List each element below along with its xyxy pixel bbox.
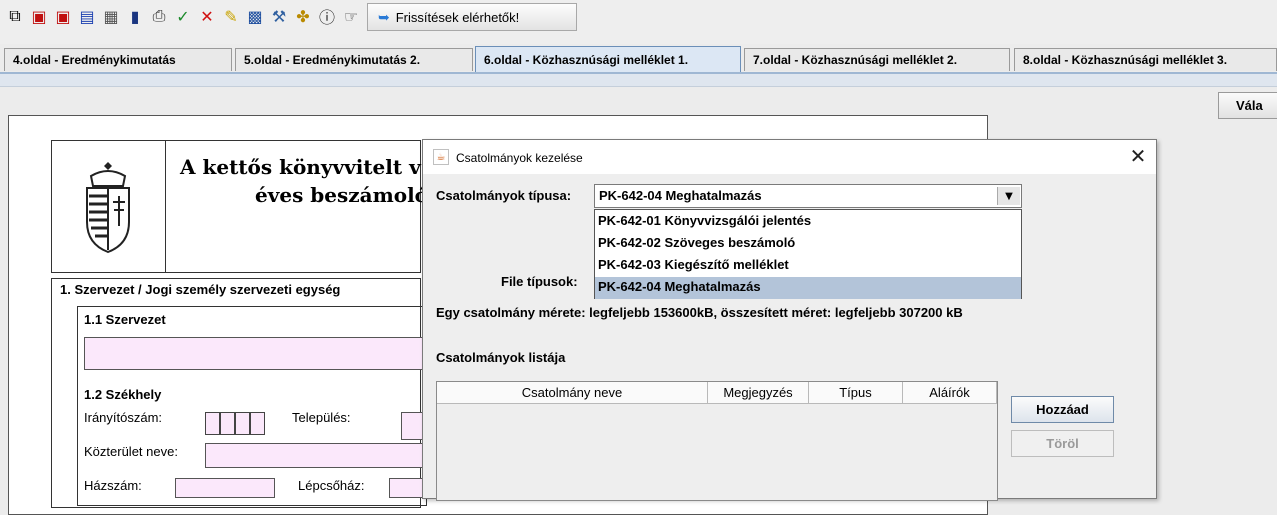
zip-label: Irányítószám: — [84, 410, 163, 425]
subsection-box — [77, 306, 427, 506]
zip-digit[interactable] — [205, 412, 220, 435]
column-header-type[interactable]: Típus — [809, 382, 903, 404]
form-title-line1: A kettős könyvvitelt v — [180, 155, 421, 179]
updates-available-button[interactable]: ➥ Frissítések elérhetők! — [367, 3, 577, 31]
tab-page-5[interactable]: 5.oldal - Eredménykimutatás 2. — [235, 48, 473, 71]
attachment-table: Csatolmány neve Megjegyzés Típus Aláírók — [436, 381, 998, 501]
tab-page-7[interactable]: 7.oldal - Közhasznúsági melléklet 2. — [744, 48, 1010, 71]
attachment-type-dropdown: PK-642-01 Könyvvizsgálói jelentés PK-642… — [594, 209, 1022, 299]
java-icon: ☕ — [433, 149, 449, 165]
toolbar: ⧉ ▣ ▣ ▤ ▦ ▮ ⎙ ✓ ✕ ✎ ▩ ⚒ ✤ ⓘ ☞ ➥ Frissíté… — [0, 0, 1277, 44]
street-field[interactable] — [205, 443, 425, 468]
stairway-field[interactable] — [389, 478, 424, 498]
form-title-line2: éves beszámoló — [255, 183, 429, 207]
cancel-icon[interactable]: ✕ — [196, 5, 218, 27]
tools-icon[interactable]: ⚒ — [268, 5, 290, 27]
dropdown-option[interactable]: PK-642-02 Szöveges beszámoló — [595, 233, 1021, 255]
file-types-label: File típusok: — [501, 274, 578, 289]
attachment-list-label: Csatolmányok listája — [436, 350, 566, 365]
tab-page-4[interactable]: 4.oldal - Eredménykimutatás — [4, 48, 232, 71]
copy-icon[interactable]: ⧉ — [4, 5, 26, 27]
updates-available-label: Frissítések elérhetők! — [395, 9, 520, 25]
house-number-label: Házszám: — [84, 478, 142, 493]
save-icon[interactable]: ▣ — [28, 5, 50, 27]
edit-icon[interactable]: ✎ — [220, 5, 242, 27]
column-header-name[interactable]: Csatolmány neve — [437, 382, 708, 404]
attachments-dialog: ☕ Csatolmányok kezelése ✕ Csatolmányok t… — [422, 139, 1157, 501]
info-icon[interactable]: ⓘ — [316, 5, 338, 27]
house-number-field[interactable] — [175, 478, 275, 498]
tab-page-8[interactable]: 8.oldal - Közhasznúsági melléklet 3. — [1014, 48, 1277, 71]
size-limit-info: Egy csatolmány mérete: legfeljebb 153600… — [436, 305, 963, 320]
check-icon[interactable]: ✓ — [172, 5, 194, 27]
dropdown-option-selected[interactable]: PK-642-04 Meghatalmazás — [595, 277, 1021, 299]
select-button[interactable]: Vála — [1218, 92, 1277, 119]
city-label: Település: — [292, 410, 351, 425]
zip-digit[interactable] — [220, 412, 235, 435]
attachment-type-label: Csatolmányok típusa: — [436, 188, 572, 203]
close-icon[interactable]: ✕ — [1126, 144, 1150, 168]
tab-content-strip — [0, 74, 1277, 87]
city-field[interactable] — [401, 412, 424, 440]
delete-button[interactable]: Töröl — [1011, 430, 1114, 457]
column-header-signers[interactable]: Aláírók — [903, 382, 997, 404]
stairway-label: Lépcsőház: — [298, 478, 365, 493]
subsection-1-2-title: 1.2 Székhely — [84, 387, 162, 402]
zip-digit[interactable] — [235, 412, 250, 435]
organization-name-field[interactable] — [84, 337, 424, 370]
dropdown-option[interactable]: PK-642-01 Könyvvizsgálói jelentés — [595, 211, 1021, 233]
puzzle-icon[interactable]: ✤ — [292, 5, 314, 27]
column-header-note[interactable]: Megjegyzés — [708, 382, 809, 404]
dialog-title: Csatolmányok kezelése — [456, 151, 583, 165]
calculator-icon[interactable]: ▩ — [244, 5, 266, 27]
coat-of-arms-icon — [86, 162, 130, 254]
tab-page-6[interactable]: 6.oldal - Közhasznúsági melléklet 1. — [475, 46, 741, 72]
coat-of-arms-cell — [51, 140, 166, 273]
add-button[interactable]: Hozzáad — [1011, 396, 1114, 423]
zip-digit[interactable] — [250, 412, 265, 435]
street-label: Közterület neve: — [84, 444, 178, 459]
print-preview-icon[interactable]: ▦ — [100, 5, 122, 27]
zip-code-field[interactable] — [205, 412, 265, 435]
chevron-down-icon[interactable]: ▼ — [997, 187, 1020, 205]
refresh-arrow-icon: ➥ — [378, 8, 390, 25]
dropdown-option[interactable]: PK-642-03 Kiegészítő melléklet — [595, 255, 1021, 277]
attachment-type-select[interactable]: PK-642-04 Meghatalmazás ▼ — [594, 184, 1022, 208]
pointer-icon[interactable]: ☞ — [340, 5, 362, 27]
print-icon[interactable]: ⎙ — [148, 5, 170, 27]
save-as-icon[interactable]: ▣ — [52, 5, 74, 27]
book-icon[interactable]: ▮ — [124, 5, 146, 27]
attachment-type-selected: PK-642-04 Meghatalmazás — [599, 188, 762, 203]
section-1-title: 1. Szervezet / Jogi személy szervezeti e… — [60, 282, 341, 297]
subsection-1-1-title: 1.1 Szervezet — [84, 312, 166, 327]
page-tabs: 4.oldal - Eredménykimutatás 5.oldal - Er… — [0, 44, 1277, 74]
export-icon[interactable]: ▤ — [76, 5, 98, 27]
